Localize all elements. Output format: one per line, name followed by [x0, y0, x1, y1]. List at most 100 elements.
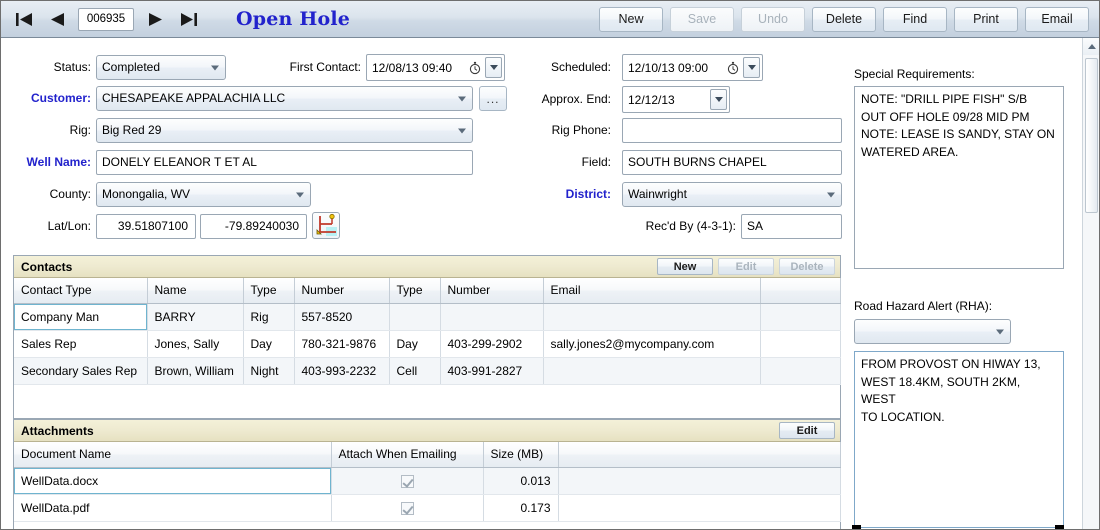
recd-by-input[interactable]: SA [741, 214, 842, 239]
scheduled-value: 12/10/13 09:00 [628, 60, 709, 75]
previous-record-icon[interactable] [45, 8, 69, 30]
record-number-field[interactable]: 006935 [78, 7, 134, 31]
scrollbar-thumb[interactable] [1085, 58, 1098, 213]
table-row[interactable]: Company Man BARRY Rig 557-8520 [14, 303, 841, 331]
special-requirements-textarea[interactable]: NOTE: "DRILL PIPE FISH" S/B OUT OFF HOLE… [854, 86, 1064, 269]
cell-number-2[interactable]: 403-299-2902 [440, 330, 544, 358]
col-blank[interactable] [558, 442, 841, 468]
col-number-1[interactable]: Number [294, 278, 390, 304]
cell-number-2[interactable]: 403-991-2827 [440, 357, 544, 385]
cell-contact-type[interactable]: Secondary Sales Rep [14, 357, 148, 385]
cell-size-mb[interactable]: 0.173 [483, 494, 559, 522]
col-number-2[interactable]: Number [440, 278, 544, 304]
cell-name[interactable]: Brown, William [147, 357, 244, 385]
cell-number-1[interactable]: 780-321-9876 [294, 330, 390, 358]
cell-blank[interactable] [760, 357, 841, 385]
col-type-2[interactable]: Type [389, 278, 441, 304]
rig-phone-input[interactable] [622, 118, 842, 143]
resize-handle-bottom-right[interactable] [1055, 525, 1064, 529]
county-dropdown[interactable]: Monongalia, WV [96, 182, 311, 207]
cell-document-name[interactable]: WellData.docx [14, 467, 332, 495]
cell-type-2[interactable]: Day [389, 330, 441, 358]
new-button[interactable]: New [599, 6, 663, 32]
map-location-icon[interactable] [312, 212, 340, 239]
contacts-delete-button[interactable]: Delete [779, 258, 835, 275]
cell-number-1[interactable]: 403-993-2232 [294, 357, 390, 385]
cell-blank[interactable] [760, 303, 841, 331]
form-body: Status: Completed First Contact: 12/08/1… [1, 38, 1099, 529]
email-button[interactable]: Email [1025, 6, 1089, 32]
cell-blank[interactable] [558, 467, 841, 495]
clock-icon [726, 61, 740, 75]
latitude-input[interactable]: 39.51807100 [96, 214, 196, 239]
scroll-up-icon[interactable] [1083, 38, 1099, 55]
cell-blank[interactable] [760, 330, 841, 358]
last-record-icon[interactable] [176, 8, 200, 30]
cell-document-name[interactable]: WellData.pdf [14, 494, 332, 522]
col-size-mb[interactable]: Size (MB) [483, 442, 559, 468]
find-button[interactable]: Find [883, 6, 947, 32]
col-contact-type[interactable]: Contact Type [14, 278, 148, 304]
longitude-input[interactable]: -79.89240030 [200, 214, 307, 239]
road-hazard-alert-dropdown[interactable] [854, 319, 1011, 344]
rig-value: Big Red 29 [102, 123, 162, 137]
cell-name[interactable]: BARRY [147, 303, 244, 331]
district-value: Wainwright [628, 187, 687, 201]
checkbox-checked-icon[interactable] [400, 474, 414, 488]
contacts-edit-button[interactable]: Edit [718, 258, 774, 275]
first-record-icon[interactable] [12, 8, 36, 30]
scheduled-datetime-field[interactable]: 12/10/13 09:00 [622, 54, 763, 81]
vertical-scrollbar[interactable] [1082, 38, 1099, 529]
attachments-edit-button[interactable]: Edit [779, 422, 835, 439]
cell-email[interactable] [543, 303, 761, 331]
attachments-panel-header: Attachments Edit [14, 420, 840, 442]
approx-end-dropdown-button[interactable] [710, 89, 727, 110]
contacts-panel-actions: New Edit Delete [657, 258, 840, 275]
field-input[interactable]: SOUTH BURNS CHAPEL [622, 150, 842, 175]
next-record-icon[interactable] [143, 8, 167, 30]
cell-email[interactable]: sally.jones2@mycompany.com [543, 330, 761, 358]
save-button[interactable]: Save [670, 6, 734, 32]
checkbox-checked-icon[interactable] [400, 501, 414, 515]
cell-type-1[interactable]: Night [243, 357, 295, 385]
print-button[interactable]: Print [954, 6, 1018, 32]
undo-button[interactable]: Undo [741, 6, 805, 32]
cell-type-1[interactable]: Day [243, 330, 295, 358]
rig-dropdown[interactable]: Big Red 29 [96, 118, 473, 143]
cell-number-1[interactable]: 557-8520 [294, 303, 390, 331]
col-email[interactable]: Email [543, 278, 761, 304]
contacts-new-button[interactable]: New [657, 258, 713, 275]
resize-handle-bottom-left[interactable] [852, 525, 861, 529]
cell-contact-type[interactable]: Sales Rep [14, 330, 148, 358]
contacts-table: Contact Type Name Type Number Type Numbe… [14, 278, 841, 385]
approx-end-date-field[interactable]: 12/12/13 [622, 86, 730, 113]
cell-attach-when-emailing[interactable] [331, 467, 484, 495]
cell-blank[interactable] [558, 494, 841, 522]
cell-number-2[interactable] [440, 303, 544, 331]
cell-name[interactable]: Jones, Sally [147, 330, 244, 358]
col-document-name[interactable]: Document Name [14, 442, 332, 468]
col-name[interactable]: Name [147, 278, 244, 304]
cell-type-2[interactable]: Cell [389, 357, 441, 385]
cell-size-mb[interactable]: 0.013 [483, 467, 559, 495]
customer-dropdown[interactable]: CHESAPEAKE APPALACHIA LLC [96, 86, 473, 111]
well-name-input[interactable]: DONELY ELEANOR T ET AL [96, 150, 473, 175]
table-row[interactable]: WellData.docx 0.013 [14, 467, 841, 495]
cell-type-1[interactable]: Rig [243, 303, 295, 331]
cell-contact-type[interactable]: Company Man [14, 303, 148, 331]
table-row[interactable]: WellData.pdf 0.173 [14, 494, 841, 522]
col-attach-when-emailing[interactable]: Attach When Emailing [331, 442, 484, 468]
table-row[interactable]: Secondary Sales Rep Brown, William Night… [14, 357, 841, 385]
road-hazard-alert-textarea[interactable]: FROM PROVOST ON HIWAY 13, WEST 18.4KM, S… [854, 351, 1064, 528]
scheduled-dropdown-button[interactable] [743, 57, 760, 78]
cell-type-2[interactable] [389, 303, 441, 331]
chevron-down-icon [747, 65, 756, 70]
status-value: Completed [102, 60, 161, 74]
col-type-1[interactable]: Type [243, 278, 295, 304]
district-dropdown[interactable]: Wainwright [622, 182, 842, 207]
cell-email[interactable] [543, 357, 761, 385]
col-blank[interactable] [760, 278, 841, 304]
delete-button[interactable]: Delete [812, 6, 876, 32]
table-row[interactable]: Sales Rep Jones, Sally Day 780-321-9876 … [14, 330, 841, 358]
cell-attach-when-emailing[interactable] [331, 494, 484, 522]
